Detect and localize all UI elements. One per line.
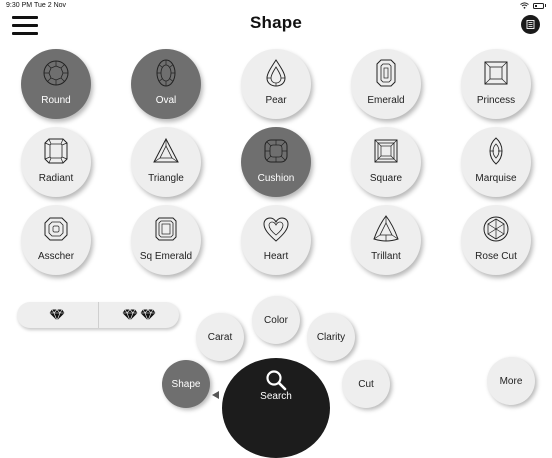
oval-diamond-icon xyxy=(156,59,176,87)
shape-label: Heart xyxy=(263,251,289,262)
shape-label: Princess xyxy=(476,95,516,106)
marquise-diamond-icon xyxy=(489,137,503,165)
more-label: More xyxy=(499,375,523,387)
shape-label: Trillant xyxy=(371,251,401,262)
shape-emerald-button[interactable]: Emerald xyxy=(351,49,421,119)
round-diamond-icon xyxy=(43,60,69,86)
shape-triangle-button[interactable]: Triangle xyxy=(131,127,201,197)
shape-asscher-button[interactable]: Asscher xyxy=(21,205,91,275)
shape-pear-button[interactable]: Pear xyxy=(241,49,311,119)
asscher-diamond-icon xyxy=(44,217,68,241)
status-date: Tue 2 Nov xyxy=(34,2,67,9)
diamond-count-toggle xyxy=(17,302,179,328)
status-bar: 9:30 PM Tue 2 Nov xyxy=(0,0,552,12)
shape-nav-label: Shape xyxy=(171,378,201,390)
carat-button[interactable]: Carat xyxy=(196,313,244,361)
princess-diamond-icon xyxy=(484,61,508,85)
shape-label: Sq Emerald xyxy=(139,251,193,262)
list-lines-icon xyxy=(526,20,535,29)
radiant-diamond-icon xyxy=(44,138,68,164)
battery-tip xyxy=(545,4,546,7)
cut-button[interactable]: Cut xyxy=(342,360,390,408)
cushion-diamond-icon xyxy=(264,139,288,163)
search-label: Search xyxy=(260,391,292,402)
pair-diamond-option[interactable] xyxy=(99,302,180,328)
shape-sq-emerald-button[interactable]: Sq Emerald xyxy=(131,205,201,275)
shape-princess-button[interactable]: Princess xyxy=(461,49,531,119)
color-label: Color xyxy=(264,314,288,326)
battery-icon xyxy=(533,2,544,9)
shape-label: Emerald xyxy=(367,95,405,106)
shape-label: Marquise xyxy=(475,173,517,184)
shape-nav-button[interactable]: Shape xyxy=(162,360,210,408)
pair-diamond-icon xyxy=(122,309,156,321)
shape-label: Cushion xyxy=(257,173,295,184)
shape-oval-button[interactable]: Oval xyxy=(131,49,201,119)
search-button[interactable]: Search xyxy=(222,358,330,458)
trillant-diamond-icon xyxy=(373,215,399,242)
shape-label: Pear xyxy=(265,95,287,106)
square-diamond-icon xyxy=(374,139,398,163)
shape-trillant-button[interactable]: Trillant xyxy=(351,205,421,275)
shape-rose-cut-button[interactable]: Rose Cut xyxy=(461,205,531,275)
cut-label: Cut xyxy=(358,378,374,390)
pear-diamond-icon xyxy=(266,59,286,87)
shape-label: Oval xyxy=(155,95,177,106)
wifi-icon xyxy=(520,2,529,9)
shape-label: Square xyxy=(369,173,403,184)
triangle-diamond-icon xyxy=(153,137,179,163)
heart-diamond-icon xyxy=(263,217,289,242)
color-button[interactable]: Color xyxy=(252,296,300,344)
shape-label: Rose Cut xyxy=(475,251,517,262)
shape-square-button[interactable]: Square xyxy=(351,127,421,197)
rose-cut-diamond-icon xyxy=(483,216,509,242)
clarity-label: Clarity xyxy=(316,331,346,343)
single-diamond-option[interactable] xyxy=(17,302,99,328)
emerald-diamond-icon xyxy=(376,59,396,87)
list-icon[interactable] xyxy=(521,15,540,34)
page-title: Shape xyxy=(249,13,303,32)
shape-radiant-button[interactable]: Radiant xyxy=(21,127,91,197)
carat-label: Carat xyxy=(207,331,233,343)
shape-label: Asscher xyxy=(37,251,75,262)
shape-round-button[interactable]: Round xyxy=(21,49,91,119)
shape-label: Radiant xyxy=(38,173,74,184)
sq-emerald-diamond-icon xyxy=(155,217,177,241)
shape-label: Round xyxy=(41,95,71,106)
clarity-button[interactable]: Clarity xyxy=(307,313,355,361)
active-pointer-icon xyxy=(212,391,219,399)
shape-heart-button[interactable]: Heart xyxy=(241,205,311,275)
status-indicators xyxy=(520,2,546,9)
shape-label: Triangle xyxy=(148,173,184,184)
search-icon xyxy=(266,370,287,391)
shape-cushion-button[interactable]: Cushion xyxy=(241,127,311,197)
single-diamond-icon xyxy=(49,309,65,321)
more-button[interactable]: More xyxy=(487,357,535,405)
shape-marquise-button[interactable]: Marquise xyxy=(461,127,531,197)
status-time: 9:30 PM xyxy=(6,2,33,9)
